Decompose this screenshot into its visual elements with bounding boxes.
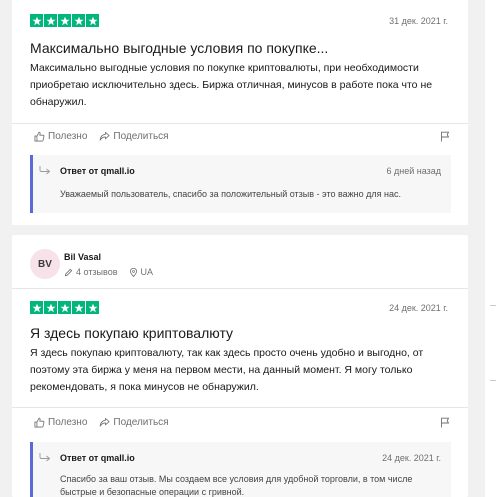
divider xyxy=(12,288,468,289)
share-label: Поделиться xyxy=(113,417,169,428)
reply-from: Ответ от qmall.io xyxy=(60,166,135,176)
reviews-count: 4 отзывов xyxy=(64,267,118,277)
share-button[interactable]: Поделиться xyxy=(99,131,169,142)
star-icon xyxy=(30,301,43,314)
review-actions: Полезно Поделиться xyxy=(34,417,181,428)
star-icon xyxy=(44,14,57,27)
review-title[interactable]: Максимально выгодные условия по покупке.… xyxy=(30,40,328,56)
reviews-page: 31 дек. 2021 г. Максимально выгодные усл… xyxy=(0,0,500,497)
star-icon xyxy=(86,14,99,27)
review-body: Максимально выгодные условия по покупке … xyxy=(30,62,433,108)
pencil-icon xyxy=(64,268,73,276)
report-flag-icon[interactable] xyxy=(440,131,450,142)
reply-arrow-icon xyxy=(39,452,51,462)
thumbs-up-icon xyxy=(34,131,45,142)
divider xyxy=(490,305,496,306)
review-body: Я здесь покупаю криптовалюту, так как зд… xyxy=(30,347,424,393)
report-flag-icon[interactable] xyxy=(440,417,450,428)
divider xyxy=(12,407,468,408)
review-actions: Полезно Поделиться xyxy=(34,131,181,142)
company-reply: Ответ от qmall.io 6 дней назад Уважаемый… xyxy=(30,155,451,213)
star-icon xyxy=(72,301,85,314)
review-card: 31 дек. 2021 г. Максимально выгодные усл… xyxy=(12,0,468,225)
reply-from: Ответ от qmall.io xyxy=(60,453,135,463)
reply-text: Спасибо за ваш отзыв. Мы создаем все усл… xyxy=(60,474,413,497)
reply-text: Уважаемый пользователь, спасибо за полож… xyxy=(60,189,402,199)
star-rating xyxy=(30,14,99,27)
location-pin-icon xyxy=(129,267,137,277)
user-country: UA xyxy=(129,267,154,277)
useful-label: Полезно xyxy=(48,417,88,428)
user-name[interactable]: Bil Vasal xyxy=(64,252,101,262)
company-reply: Ответ от qmall.io 24 дек. 2021 г. Спасиб… xyxy=(30,442,451,497)
divider xyxy=(490,380,496,381)
reply-arrow-icon xyxy=(39,165,51,175)
useful-button[interactable]: Полезно xyxy=(34,131,87,142)
star-icon xyxy=(30,14,43,27)
reply-date: 6 дней назад xyxy=(386,166,441,176)
useful-label: Полезно xyxy=(48,131,88,142)
star-icon xyxy=(44,301,57,314)
star-icon xyxy=(58,14,71,27)
reply-date: 24 дек. 2021 г. xyxy=(382,453,441,463)
right-panel xyxy=(485,0,500,497)
star-icon xyxy=(86,301,99,314)
star-icon xyxy=(72,14,85,27)
star-icon xyxy=(58,301,71,314)
share-icon xyxy=(100,131,110,141)
review-date: 31 дек. 2021 г. xyxy=(389,16,448,26)
share-label: Поделиться xyxy=(113,131,169,142)
reviews-count-label: 4 отзывов xyxy=(76,267,118,277)
review-card: BV Bil Vasal 4 отзывов UA 24 дек. 2021 г… xyxy=(12,235,468,497)
user-meta: 4 отзывов UA xyxy=(64,267,164,277)
share-button[interactable]: Поделиться xyxy=(99,417,169,428)
review-date: 24 дек. 2021 г. xyxy=(389,303,448,313)
divider xyxy=(12,123,468,124)
thumbs-up-icon xyxy=(34,417,45,428)
star-rating xyxy=(30,301,99,314)
country-label: UA xyxy=(140,267,154,277)
avatar[interactable]: BV xyxy=(30,249,60,279)
review-title[interactable]: Я здесь покупаю криптовалюту xyxy=(30,325,233,341)
useful-button[interactable]: Полезно xyxy=(34,417,87,428)
share-icon xyxy=(100,417,110,427)
